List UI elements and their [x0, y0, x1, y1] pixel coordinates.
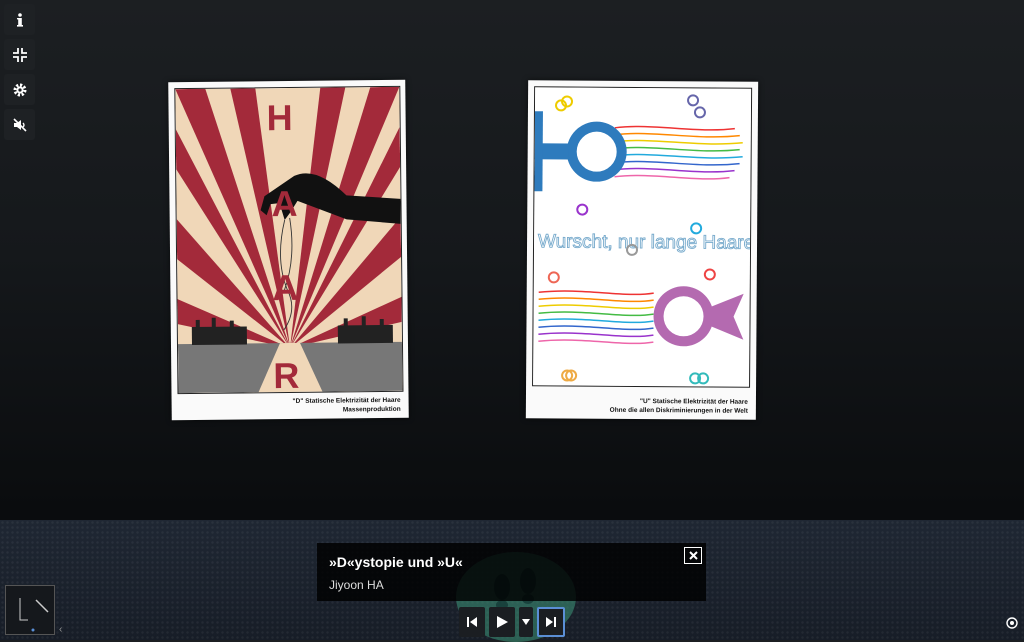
playback-controls [459, 607, 565, 637]
svg-text:A: A [272, 267, 298, 308]
svg-text:A: A [271, 183, 297, 224]
close-icon [688, 551, 698, 560]
left-toolbar [4, 4, 35, 140]
svg-text:H: H [266, 97, 292, 138]
poster-u-artwork: Wurscht, nur lange Haare [532, 86, 753, 388]
sound-button[interactable] [4, 109, 35, 140]
gear-icon [13, 83, 26, 96]
compress-icon [12, 47, 27, 62]
minimap[interactable] [5, 585, 55, 635]
info-button[interactable] [4, 4, 35, 35]
poster-dystopie[interactable]: H A A R "D" Statische Elektrizität der H… [168, 79, 409, 421]
playback-options-dropdown[interactable] [519, 607, 533, 637]
info-icon [16, 12, 23, 27]
poster-u-caption-line2: Ohne die allen Diskriminierungen in der … [609, 406, 748, 415]
dropdown-icon [522, 619, 530, 625]
svg-text:Wurscht, nur lange Haare: Wurscht, nur lange Haare [538, 231, 751, 254]
mute-icon [12, 117, 27, 132]
next-button[interactable] [537, 607, 565, 637]
svg-text:R: R [273, 355, 299, 393]
close-button[interactable] [684, 547, 702, 564]
exit-fullscreen-button[interactable] [4, 39, 35, 70]
poster-d-caption-line2: Massenproduktion [342, 405, 401, 414]
settings-button[interactable] [4, 74, 35, 105]
play-icon [497, 616, 508, 628]
poster-d-caption: "D" Statische Elektrizität der Haare Mas… [292, 396, 401, 415]
minimap-collapse-icon[interactable]: ‹ [59, 624, 62, 635]
poster-d-artwork: H A A R [174, 85, 404, 395]
play-button[interactable] [489, 607, 515, 637]
artwork-title: »D«ystopie und »U« [329, 554, 463, 570]
poster-u-caption: "U" Statische Elektrizität der Haare Ohn… [610, 397, 748, 416]
artwork-info-panel: »D«ystopie und »U« Jiyoon HA [317, 543, 706, 601]
poster-utopie[interactable]: Wurscht, nur lange Haare "U" Statische E… [525, 80, 759, 420]
minimap-view [19, 598, 49, 632]
help-icon[interactable] [1006, 616, 1018, 634]
artwork-artist: Jiyoon HA [329, 578, 384, 592]
previous-icon [467, 617, 477, 627]
next-icon [546, 617, 556, 627]
previous-button[interactable] [459, 607, 485, 637]
